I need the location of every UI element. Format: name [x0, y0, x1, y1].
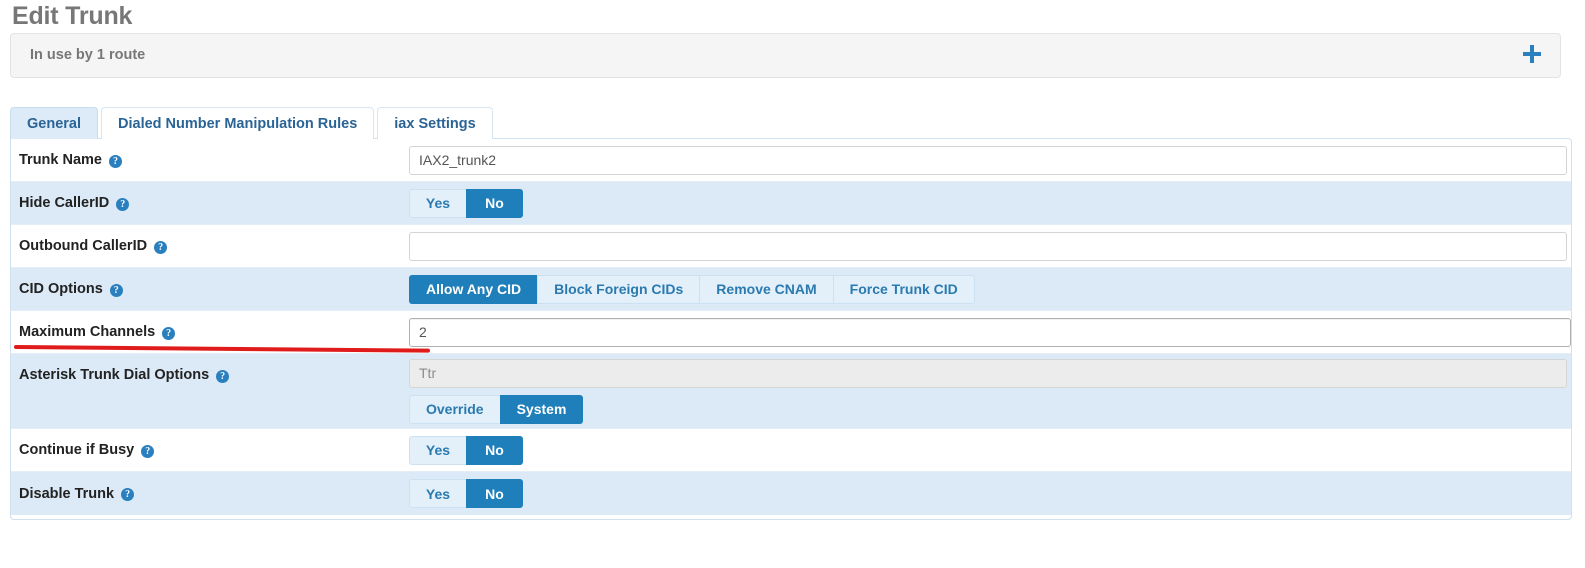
field-label-disable-trunk: Disable Trunk? — [19, 486, 409, 502]
button-continue-if-busy-no[interactable]: No — [466, 435, 523, 465]
input-outbound-callerid[interactable] — [409, 231, 1567, 261]
label-text: Asterisk Trunk Dial Options — [19, 367, 210, 383]
plus-icon[interactable] — [1522, 44, 1544, 66]
form-row-maximum-channels: Maximum Channels? — [11, 311, 1571, 354]
button-disable-trunk-yes[interactable]: Yes — [409, 479, 466, 508]
label-text: Maximum Channels — [19, 324, 156, 340]
button-group-cid-options: Allow Any CID Block Foreign CIDs Remove CN… — [409, 274, 975, 304]
input-trunk-name[interactable] — [409, 145, 1567, 175]
help-circle-icon[interactable]: ? — [162, 326, 176, 340]
label-text: CID Options — [19, 281, 103, 297]
field-label-cid-options: CID Options? — [19, 281, 409, 297]
help-circle-icon[interactable]: ? — [154, 240, 168, 254]
input-asterisk-trunk-dial-options — [409, 358, 1567, 388]
button-group-continue-if-busy: Yes No — [409, 435, 523, 465]
label-text: Trunk Name — [19, 152, 102, 168]
label-text: Continue if Busy — [19, 442, 135, 458]
button-hide-callerid-yes[interactable]: Yes — [409, 188, 466, 218]
button-cid-options-allow-any-cid[interactable]: Allow Any CID — [409, 274, 538, 304]
field-label-trunk-name: Trunk Name? — [19, 152, 409, 168]
label-text: Hide CallerID — [19, 195, 110, 211]
input-maximum-channels[interactable] — [409, 317, 1571, 347]
field-control-disable-trunk: Yes No — [409, 479, 1571, 508]
button-cid-options-force-trunk-cid[interactable]: Force Trunk CID — [832, 274, 975, 304]
form-row-hide-callerid: Hide CallerID? Yes No — [11, 182, 1571, 225]
tab-general[interactable]: General — [10, 107, 98, 139]
field-control-asterisk-trunk-dial-options: OverrideSystem — [409, 358, 1571, 424]
page-title: Edit Trunk — [12, 2, 133, 30]
field-label-hide-callerid: Hide CallerID? — [19, 195, 409, 211]
label-text: Outbound CallerID — [19, 238, 148, 254]
field-control-trunk-name — [409, 145, 1571, 175]
help-circle-icon[interactable]: ? — [116, 197, 130, 211]
in-use-banner: In use by 1 route — [10, 33, 1561, 78]
button-group-asterisk-trunk-dial-options: Override System — [409, 394, 584, 424]
form-row-disable-trunk: Disable Trunk? Yes No — [11, 472, 1571, 515]
help-circle-icon[interactable]: ? — [121, 488, 135, 501]
field-control-outbound-callerid — [409, 231, 1571, 261]
general-form-panel: Trunk Name?Hide CallerID?YesNoOutbound C… — [10, 138, 1572, 520]
field-label-outbound-callerid: Outbound CallerID? — [19, 238, 409, 254]
button-continue-if-busy-yes[interactable]: Yes — [409, 435, 466, 465]
form-row-continue-if-busy: Continue if Busy? Yes No — [11, 429, 1571, 472]
button-cid-options-block-foreign-cids[interactable]: Block Foreign CIDs — [537, 274, 700, 304]
button-disable-trunk-no[interactable]: No — [466, 479, 523, 508]
edit-trunk-page: Edit Trunk In use by 1 route General Dial… — [0, 0, 1585, 568]
button-asterisk-trunk-dial-options-override[interactable]: Override — [409, 394, 500, 424]
form-row-cid-options: CID Options? Allow Any CID Block Foreign C… — [11, 268, 1571, 311]
help-circle-icon[interactable]: ? — [141, 444, 155, 458]
form-row-trunk-name: Trunk Name? — [11, 139, 1571, 182]
form-row-outbound-callerid: Outbound CallerID? — [11, 225, 1571, 268]
field-label-maximum-channels: Maximum Channels? — [19, 324, 409, 340]
help-circle-icon[interactable]: ? — [109, 154, 122, 168]
help-circle-icon[interactable]: ? — [109, 283, 123, 297]
in-use-text: In use by 1 route — [30, 47, 146, 63]
field-control-cid-options: Allow Any CID Block Foreign CIDs Remove CN… — [409, 274, 1571, 304]
tab-iax-settings[interactable]: iax Settings — [377, 107, 493, 139]
tab-bar: General Dialed Number Manipulation Rules i… — [10, 106, 496, 139]
button-group-hide-callerid: Yes No — [409, 188, 523, 218]
button-group-disable-trunk: Yes No — [409, 479, 523, 508]
field-label-continue-if-busy: Continue if Busy? — [19, 442, 409, 458]
tab-dialed-number-manipulation-rules[interactable]: Dialed Number Manipulation Rules — [101, 107, 375, 139]
label-text: Disable Trunk — [19, 485, 115, 502]
field-control-hide-callerid: Yes No — [409, 188, 1571, 218]
button-hide-callerid-no[interactable]: No — [466, 188, 523, 218]
help-circle-icon[interactable]: ? — [216, 369, 230, 383]
field-label-asterisk-trunk-dial-options: Asterisk Trunk Dial Options? — [19, 367, 409, 383]
field-control-continue-if-busy: Yes No — [409, 435, 1571, 465]
button-cid-options-remove-cnam[interactable]: Remove CNAM — [699, 274, 833, 304]
form-row-asterisk-trunk-dial-options: Asterisk Trunk Dial Options?OverrideSyst… — [11, 354, 1571, 429]
button-asterisk-trunk-dial-options-system[interactable]: System — [499, 394, 584, 424]
field-control-maximum-channels — [409, 317, 1571, 347]
